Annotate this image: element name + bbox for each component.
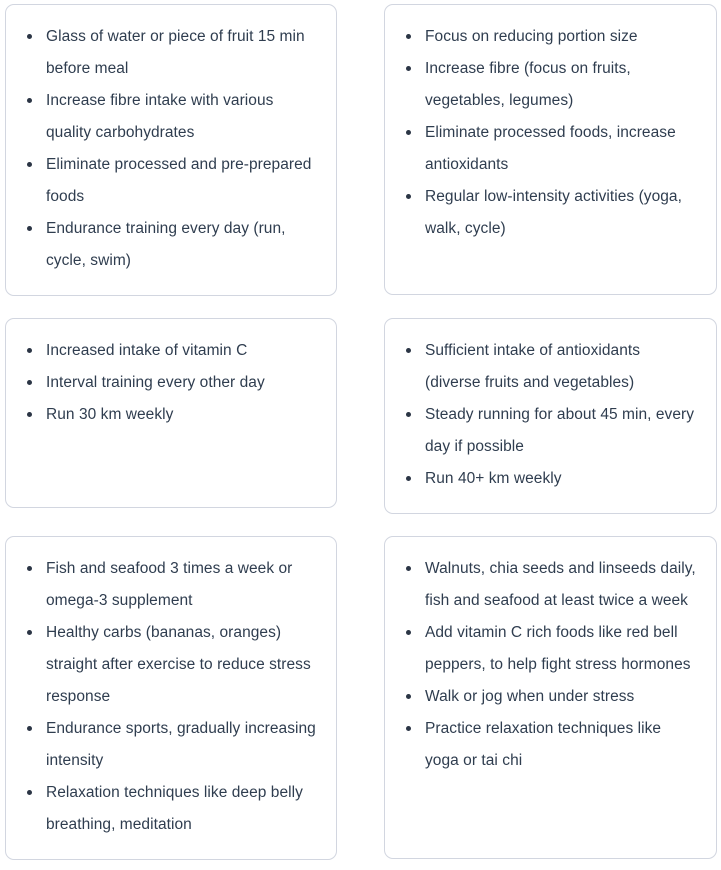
list-item: Focus on reducing portion size <box>405 21 696 53</box>
list-item: Walnuts, chia seeds and linseeds daily, … <box>405 553 696 617</box>
list-item: Increase fibre (focus on fruits, vegetab… <box>405 53 696 117</box>
list-item-text: Relaxation techniques like deep belly br… <box>46 784 303 833</box>
bullet-list: Glass of water or piece of fruit 15 min … <box>26 21 316 277</box>
bullet-point-icon <box>406 66 411 71</box>
recommendation-card-row1-left: Glass of water or piece of fruit 15 min … <box>5 4 337 296</box>
bullet-point-icon <box>27 98 32 103</box>
list-item-text: Eliminate processed foods, increase anti… <box>425 124 676 173</box>
list-item: Interval training every other day <box>26 367 316 399</box>
bullet-list: Fish and seafood 3 times a week or omega… <box>26 553 316 841</box>
bullet-point-icon <box>406 412 411 417</box>
bullet-list: Focus on reducing portion size Increase … <box>405 21 696 245</box>
recommendation-card-grid: Glass of water or piece of fruit 15 min … <box>0 0 721 870</box>
list-item: Run 30 km weekly <box>26 399 316 431</box>
list-item-text: Healthy carbs (bananas, oranges) straigh… <box>46 624 311 705</box>
list-item: Glass of water or piece of fruit 15 min … <box>26 21 316 85</box>
list-item-text: Endurance sports, gradually increasing i… <box>46 720 316 769</box>
list-item-text: Glass of water or piece of fruit 15 min … <box>46 28 305 77</box>
bullet-point-icon <box>406 476 411 481</box>
recommendation-card-row1-right: Focus on reducing portion size Increase … <box>384 4 717 295</box>
list-item: Healthy carbs (bananas, oranges) straigh… <box>26 617 316 713</box>
bullet-point-icon <box>27 348 32 353</box>
list-item-text: Add vitamin C rich foods like red bell p… <box>425 624 691 673</box>
recommendation-card-row3-left: Fish and seafood 3 times a week or omega… <box>5 536 337 860</box>
bullet-list: Increased intake of vitamin C Interval t… <box>26 335 316 431</box>
list-item-text: Regular low-intensity activities (yoga, … <box>425 188 682 237</box>
list-item: Regular low-intensity activities (yoga, … <box>405 181 696 245</box>
list-item-text: Sufficient intake of antioxidants (diver… <box>425 342 641 391</box>
list-item-text: Increased intake of vitamin C <box>46 342 248 359</box>
bullet-point-icon <box>27 162 32 167</box>
bullet-point-icon <box>406 694 411 699</box>
list-item: Eliminate processed and pre-prepared foo… <box>26 149 316 213</box>
bullet-point-icon <box>406 726 411 731</box>
list-item: Increase fibre intake with various quali… <box>26 85 316 149</box>
bullet-point-icon <box>406 34 411 39</box>
bullet-point-icon <box>406 194 411 199</box>
list-item-text: Steady running for about 45 min, every d… <box>425 406 695 455</box>
list-item: Increased intake of vitamin C <box>26 335 316 367</box>
bullet-point-icon <box>27 630 32 635</box>
list-item: Endurance training every day (run, cycle… <box>26 213 316 277</box>
recommendation-card-row2-right: Sufficient intake of antioxidants (diver… <box>384 318 717 514</box>
bullet-point-icon <box>406 348 411 353</box>
list-item-text: Focus on reducing portion size <box>425 28 638 45</box>
bullet-point-icon <box>27 34 32 39</box>
bullet-point-icon <box>27 790 32 795</box>
list-item-text: Increase fibre (focus on fruits, vegetab… <box>425 60 631 109</box>
bullet-point-icon <box>27 226 32 231</box>
list-item-text: Run 30 km weekly <box>46 406 174 423</box>
list-item-text: Endurance training every day (run, cycle… <box>46 220 286 269</box>
list-item: Endurance sports, gradually increasing i… <box>26 713 316 777</box>
bullet-list: Walnuts, chia seeds and linseeds daily, … <box>405 553 696 777</box>
list-item: Practice relaxation techniques like yoga… <box>405 713 696 777</box>
list-item: Add vitamin C rich foods like red bell p… <box>405 617 696 681</box>
list-item: Relaxation techniques like deep belly br… <box>26 777 316 841</box>
list-item: Walk or jog when under stress <box>405 681 696 713</box>
list-item: Sufficient intake of antioxidants (diver… <box>405 335 696 399</box>
recommendation-card-row3-right: Walnuts, chia seeds and linseeds daily, … <box>384 536 717 859</box>
bullet-point-icon <box>27 726 32 731</box>
list-item-text: Run 40+ km weekly <box>425 470 562 487</box>
list-item-text: Walnuts, chia seeds and linseeds daily, … <box>425 560 696 609</box>
list-item: Steady running for about 45 min, every d… <box>405 399 696 463</box>
list-item: Run 40+ km weekly <box>405 463 696 495</box>
bullet-point-icon <box>27 566 32 571</box>
list-item: Fish and seafood 3 times a week or omega… <box>26 553 316 617</box>
bullet-point-icon <box>27 380 32 385</box>
bullet-list: Sufficient intake of antioxidants (diver… <box>405 335 696 495</box>
list-item-text: Eliminate processed and pre-prepared foo… <box>46 156 312 205</box>
list-item-text: Interval training every other day <box>46 374 265 391</box>
list-item-text: Fish and seafood 3 times a week or omega… <box>46 560 293 609</box>
list-item: Eliminate processed foods, increase anti… <box>405 117 696 181</box>
list-item-text: Practice relaxation techniques like yoga… <box>425 720 662 769</box>
bullet-point-icon <box>406 566 411 571</box>
recommendation-card-row2-left: Increased intake of vitamin C Interval t… <box>5 318 337 508</box>
list-item-text: Increase fibre intake with various quali… <box>46 92 274 141</box>
list-item-text: Walk or jog when under stress <box>425 688 635 705</box>
bullet-point-icon <box>27 412 32 417</box>
bullet-point-icon <box>406 130 411 135</box>
bullet-point-icon <box>406 630 411 635</box>
